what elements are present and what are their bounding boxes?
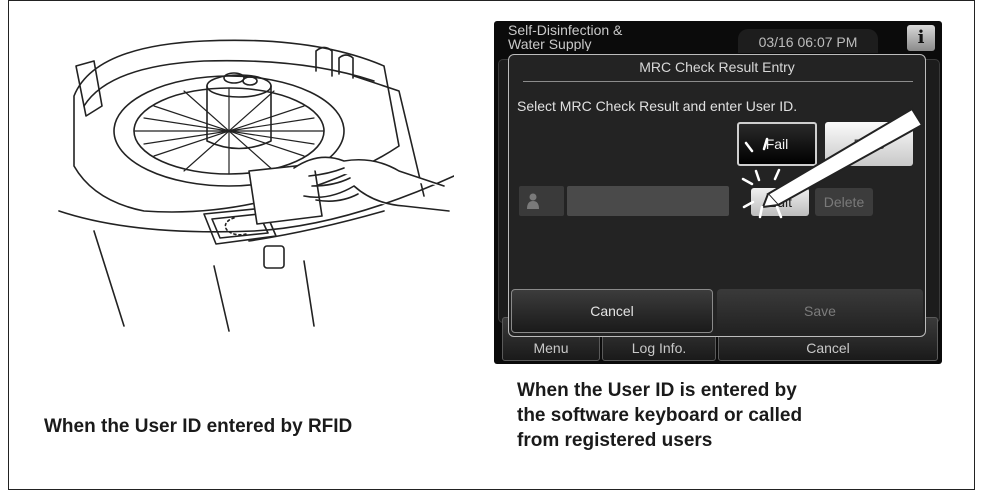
- save-button[interactable]: Save: [717, 289, 923, 333]
- device-screen: Self-Disinfection & Water Supply 03/16 0…: [494, 21, 942, 364]
- user-id-field[interactable]: [567, 186, 729, 216]
- cancel-button[interactable]: Cancel: [511, 289, 713, 333]
- mrc-check-dialog: MRC Check Result Entry Select MRC Check …: [508, 54, 926, 337]
- fail-button[interactable]: Fail: [737, 122, 817, 166]
- datetime: 03/16 06:07 PM: [738, 29, 878, 53]
- dialog-divider: [523, 81, 913, 82]
- delete-button[interactable]: Delete: [815, 188, 873, 216]
- edit-button[interactable]: Edit: [751, 188, 809, 216]
- status-title: Self-Disinfection & Water Supply: [508, 23, 623, 51]
- user-icon: [519, 186, 564, 216]
- caption-rfid: When the User ID entered by RFID: [44, 416, 353, 437]
- info-icon[interactable]: i: [907, 25, 935, 51]
- pass-button[interactable]: Pass: [825, 122, 913, 166]
- dialog-instruction: Select MRC Check Result and enter User I…: [517, 98, 798, 114]
- dialog-title: MRC Check Result Entry: [639, 59, 795, 75]
- caption-keyboard: When the User ID is entered by the softw…: [517, 380, 803, 451]
- rfid-reader-illustration: [58, 39, 454, 332]
- status-bar: Self-Disinfection & Water Supply 03/16 0…: [494, 21, 942, 53]
